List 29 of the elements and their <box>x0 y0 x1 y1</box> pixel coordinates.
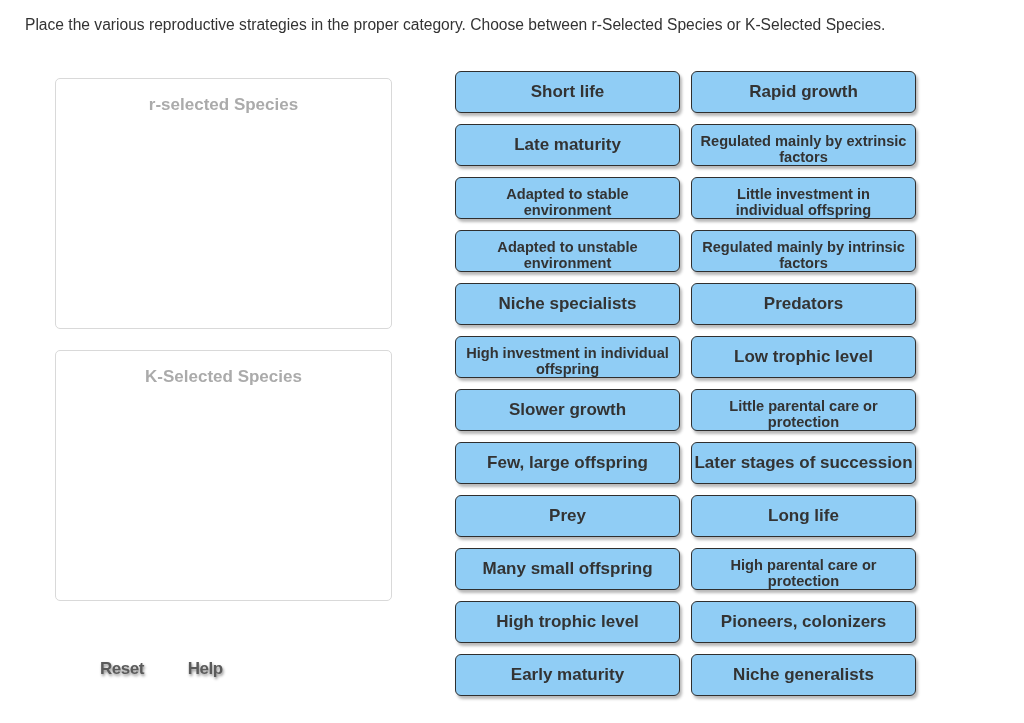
drag-tile[interactable]: Low trophic level <box>691 336 916 378</box>
drag-tile[interactable]: Long life <box>691 495 916 537</box>
drag-tile[interactable]: Adapted to stable environment <box>455 177 680 219</box>
drag-tile[interactable]: Predators <box>691 283 916 325</box>
drag-tile[interactable]: Regulated mainly by intrinsic factors <box>691 230 916 272</box>
drag-tile[interactable]: Pioneers, colonizers <box>691 601 916 643</box>
drag-tile[interactable]: Slower growth <box>455 389 680 431</box>
drag-tile[interactable]: Late maturity <box>455 124 680 166</box>
drag-tile[interactable]: Little investment in individual offspring <box>691 177 916 219</box>
drag-tile[interactable]: Prey <box>455 495 680 537</box>
drag-tile[interactable]: Early maturity <box>455 654 680 696</box>
help-link[interactable]: Help <box>187 659 223 679</box>
drag-tile[interactable]: Short life <box>455 71 680 113</box>
drag-tile[interactable]: Little parental care or protection <box>691 389 916 431</box>
drag-tile[interactable]: Many small offspring <box>455 548 680 590</box>
instruction-text: Place the various reproductive strategies in the proper category. Choose between r-Selected Species or K-Selected Species. <box>25 16 886 34</box>
drag-tile[interactable]: High investment in individual offspring <box>455 336 680 378</box>
drag-tile[interactable]: Few, large offspring <box>455 442 680 484</box>
zone-title: K-Selected Species <box>145 367 302 386</box>
drag-tile[interactable]: Niche specialists <box>455 283 680 325</box>
drag-tile[interactable]: High trophic level <box>455 601 680 643</box>
drag-tile[interactable]: Later stages of succession <box>691 442 916 484</box>
drag-tile[interactable]: Regulated mainly by extrinsic factors <box>691 124 916 166</box>
zone-title: r-selected Species <box>148 95 299 114</box>
reset-link[interactable]: Reset <box>100 659 144 679</box>
drag-tile[interactable]: Adapted to unstable environment <box>455 230 680 272</box>
drag-tile[interactable]: Rapid growth <box>691 71 916 113</box>
drag-tile[interactable]: High parental care or protection <box>691 548 916 590</box>
drag-tile[interactable]: Niche generalists <box>691 654 916 696</box>
